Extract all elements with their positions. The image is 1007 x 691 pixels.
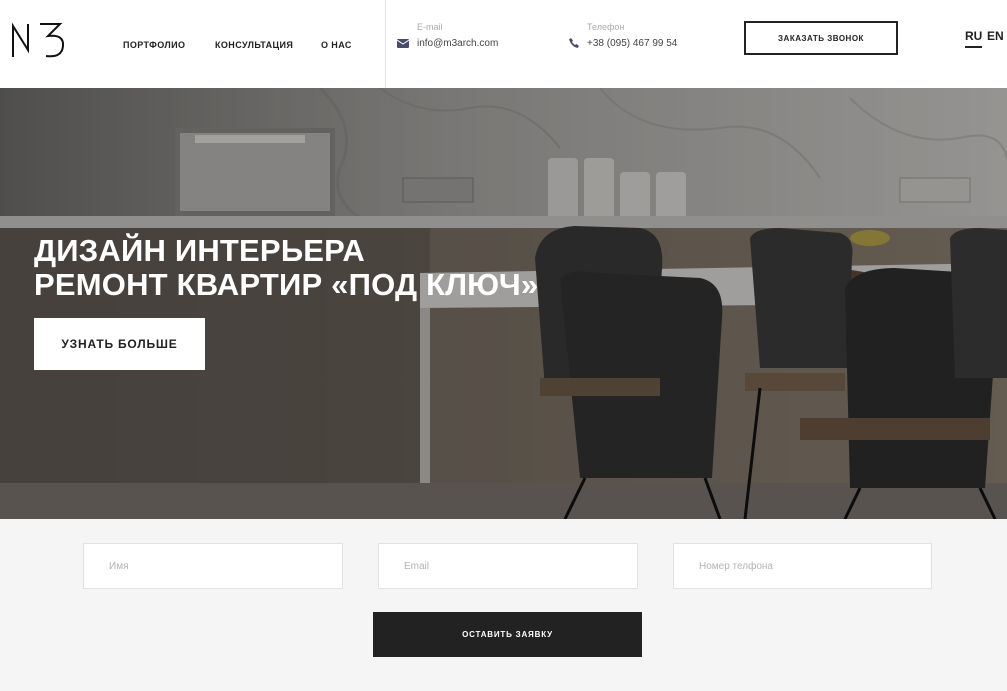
lang-ru[interactable]: RU [965, 29, 983, 48]
nav-about[interactable]: О НАС [321, 40, 352, 50]
phone-icon [569, 38, 579, 48]
phone-link[interactable]: +38 (095) 467 99 54 [587, 38, 677, 49]
site-header: ПОРТФОЛИО КОНСУЛЬТАЦИЯ О НАС E-mail info… [0, 0, 1007, 88]
email-label: E-mail [417, 22, 443, 32]
name-input[interactable] [83, 543, 343, 589]
envelope-icon [397, 39, 409, 48]
learn-more-button[interactable]: УЗНАТЬ БОЛЬШЕ [34, 318, 205, 370]
hero-title-line2: РЕМОНТ КВАРТИР «ПОД КЛЮЧ» [34, 267, 539, 302]
submit-request-button[interactable]: ОСТАВИТЬ ЗАЯВКУ [373, 612, 642, 657]
nav-consultation[interactable]: КОНСУЛЬТАЦИЯ [215, 40, 293, 50]
phone-input[interactable] [673, 543, 932, 589]
request-form: ОСТАВИТЬ ЗАЯВКУ [0, 519, 1007, 691]
email-link[interactable]: info@m3arch.com [417, 38, 498, 49]
header-divider [385, 0, 386, 88]
m3-logo-icon[interactable] [10, 20, 66, 60]
hero-banner: ДИЗАЙН ИНТЕРЬЕРА РЕМОНТ КВАРТИР «ПОД КЛЮ… [0, 88, 1007, 519]
lang-en[interactable]: EN [987, 29, 1004, 43]
hero-title-line1: ДИЗАЙН ИНТЕРЬЕРА [34, 233, 365, 268]
hero-title: ДИЗАЙН ИНТЕРЬЕРА РЕМОНТ КВАРТИР «ПОД КЛЮ… [34, 234, 538, 302]
kitchen-interior-image [0, 88, 1007, 519]
nav-portfolio[interactable]: ПОРТФОЛИО [123, 40, 185, 50]
phone-label: Телефон [587, 22, 625, 32]
order-callback-button[interactable]: ЗАКАЗАТЬ ЗВОНОК [744, 21, 898, 55]
email-input[interactable] [378, 543, 638, 589]
